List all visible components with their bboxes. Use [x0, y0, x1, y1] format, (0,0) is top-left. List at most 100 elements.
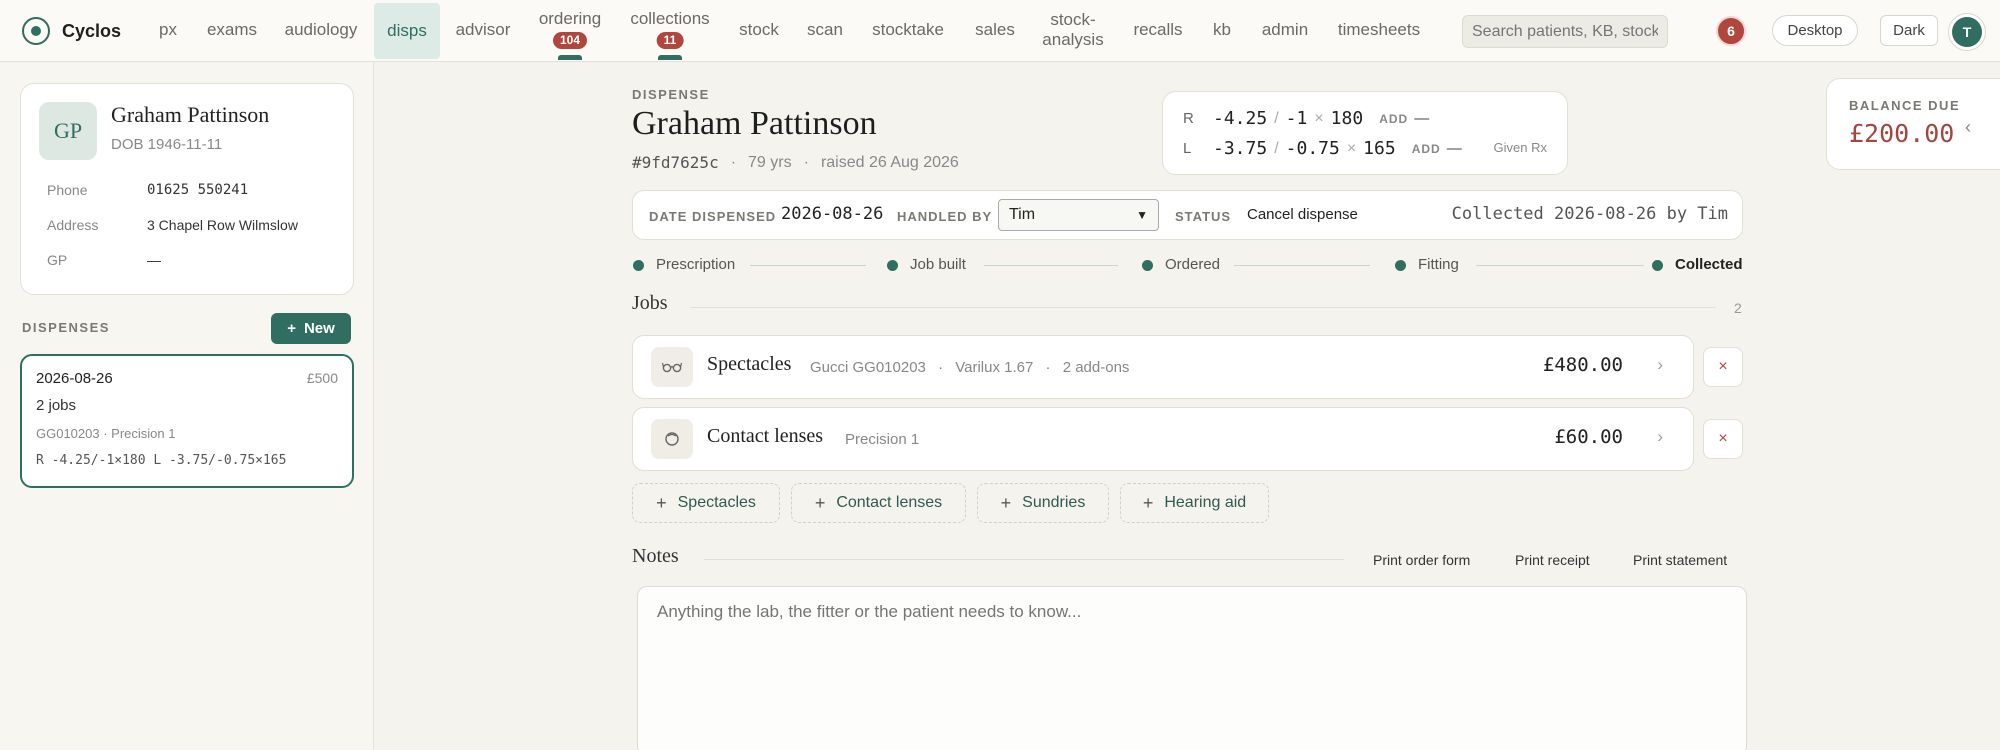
nav-item-stock[interactable]: stock: [734, 0, 784, 60]
add-hearing-aid-button[interactable]: + Hearing aid: [1120, 483, 1269, 523]
nav-item-advisor[interactable]: advisor: [450, 0, 516, 60]
dispense-date: 2026-08-26: [36, 370, 113, 387]
balance-due-panel[interactable]: BALANCE DUE £200.00 ‹: [1826, 78, 2000, 170]
add-contact-lenses-button[interactable]: + Contact lenses: [791, 483, 966, 523]
nav-label: scan: [807, 20, 843, 39]
nav-item-admin[interactable]: admin: [1254, 0, 1316, 60]
nav-label: audiology: [284, 20, 358, 39]
notes-textarea[interactable]: [637, 586, 1747, 750]
notes-heading: Notes: [632, 545, 679, 567]
new-dispense-button[interactable]: + New: [271, 313, 351, 344]
dark-mode-button[interactable]: Dark: [1880, 15, 1938, 46]
nav-item-px[interactable]: px: [150, 0, 186, 60]
desktop-mode-button[interactable]: Desktop: [1772, 15, 1858, 46]
add-button-label: Sundries: [1022, 494, 1086, 511]
nav-item-timesheets[interactable]: timesheets: [1332, 0, 1426, 60]
ordering-badge: 104: [552, 32, 588, 49]
nav-label: admin: [1261, 20, 1309, 39]
notification-badge[interactable]: 6: [1716, 16, 1746, 46]
phone-label: Phone: [47, 182, 88, 198]
add-sundries-button[interactable]: + Sundries: [977, 483, 1109, 523]
nav-label: px: [159, 20, 177, 39]
handled-by-select[interactable]: Tim ▼: [998, 199, 1159, 231]
meta-separator: ·: [938, 359, 944, 376]
gp-label: GP: [47, 252, 68, 268]
step-collected: Collected: [1675, 256, 1743, 273]
nav-item-kb[interactable]: kb: [1206, 0, 1238, 60]
print-statement-button[interactable]: Print statement: [1633, 552, 1727, 568]
status-label: STATUS: [1175, 209, 1232, 224]
user-avatar[interactable]: T: [1948, 13, 1986, 51]
nav-item-exams[interactable]: exams: [200, 0, 264, 60]
patient-card: GP Graham Pattinson DOB 1946-11-11 Phone…: [20, 83, 354, 295]
nav-item-collections[interactable]: collections 11: [620, 0, 720, 60]
phone-value: 01625 550241: [147, 182, 249, 198]
divider: [690, 307, 1716, 308]
step-job-built: Job built: [910, 256, 966, 273]
rx-sph: -3.75: [1213, 138, 1268, 159]
rx-add-value: —: [1446, 140, 1462, 157]
date-dispensed-label: DATE DISPENSED: [649, 209, 777, 224]
remove-job-button[interactable]: ×: [1703, 347, 1743, 387]
step-ordered: Ordered: [1165, 256, 1221, 273]
step-dot: [1142, 260, 1153, 271]
job-row-contact-lenses[interactable]: Contact lenses Precision 1 £60.00 ›: [632, 407, 1694, 471]
step-connector: [984, 265, 1118, 266]
nav-label: kb: [1213, 20, 1231, 39]
handled-by-value: Tim: [1009, 206, 1036, 223]
nav-label: stocktake: [872, 20, 944, 39]
nav-item-sales[interactable]: sales: [968, 0, 1022, 60]
collections-badge: 11: [656, 32, 684, 49]
job-frame: Gucci GG010203: [810, 359, 926, 376]
step-dot: [1395, 260, 1406, 271]
nav-item-stocktake[interactable]: stocktake: [866, 0, 950, 60]
rx-note: Given Rx: [1493, 140, 1547, 155]
rx-slash: /: [1274, 109, 1279, 127]
jobs-heading: Jobs: [632, 292, 668, 314]
rx-add-value: —: [1414, 110, 1430, 127]
nav-item-scan[interactable]: scan: [800, 0, 850, 60]
dispenses-section-label: DISPENSES: [22, 320, 110, 335]
nav-item-recalls[interactable]: recalls: [1124, 0, 1192, 60]
app-logo[interactable]: Cyclos: [22, 17, 121, 45]
add-spectacles-button[interactable]: + Spectacles: [632, 483, 780, 523]
job-row-spectacles[interactable]: Spectacles Gucci GG010203 · Varilux 1.67…: [632, 335, 1694, 399]
rx-card: R -4.25 / -1 × 180 ADD — L -3.75 / -0.75…: [1162, 91, 1568, 175]
step-connector: [1234, 265, 1370, 266]
chevron-right-icon: ›: [1657, 355, 1663, 374]
remove-job-button[interactable]: ×: [1703, 419, 1743, 459]
job-addons: 2 add-ons: [1062, 359, 1130, 376]
date-dispensed-value[interactable]: 2026-08-26: [781, 204, 883, 224]
plus-icon: +: [1000, 492, 1012, 513]
top-nav: Cyclos px exams audiology disps advisor …: [0, 0, 2000, 62]
dispense-list-item[interactable]: 2026-08-26 £500 2 jobs GG010203 · Precis…: [20, 354, 354, 488]
print-order-form-button[interactable]: Print order form: [1373, 552, 1470, 568]
rx-add-label: ADD: [1379, 111, 1409, 126]
chevron-left-icon[interactable]: ‹: [1965, 117, 1971, 138]
rx-axis: 165: [1363, 138, 1396, 159]
handled-by-label: HANDLED BY: [897, 209, 993, 224]
nav-item-ordering[interactable]: ordering 104: [530, 0, 610, 60]
nav-tab-mark: [558, 55, 582, 60]
nav-item-stock-analysis[interactable]: stock-analysis: [1036, 0, 1110, 60]
patient-sidebar: GP Graham Pattinson DOB 1946-11-11 Phone…: [0, 62, 374, 750]
nav-label: ordering: [538, 9, 602, 28]
nav-item-disps[interactable]: disps: [374, 3, 440, 59]
patient-name: Graham Pattinson: [111, 102, 270, 127]
print-receipt-button[interactable]: Print receipt: [1515, 552, 1590, 568]
nav-item-audiology[interactable]: audiology: [276, 0, 366, 60]
nav-label: collections: [630, 9, 710, 28]
add-button-label: Hearing aid: [1164, 494, 1247, 511]
cancel-dispense-button[interactable]: Cancel dispense: [1247, 206, 1358, 223]
step-dot: [1652, 260, 1663, 271]
rx-sph: -4.25: [1213, 108, 1268, 129]
nav-label: exams: [206, 20, 258, 39]
plus-icon: +: [814, 492, 826, 513]
nav-tab-mark: [658, 55, 682, 60]
step-connector: [750, 265, 866, 266]
glasses-icon: [651, 347, 693, 387]
job-title: Spectacles: [707, 353, 792, 375]
job-price: £480.00: [1542, 354, 1623, 376]
search-input[interactable]: [1462, 15, 1668, 48]
rx-times: ×: [1314, 109, 1324, 127]
